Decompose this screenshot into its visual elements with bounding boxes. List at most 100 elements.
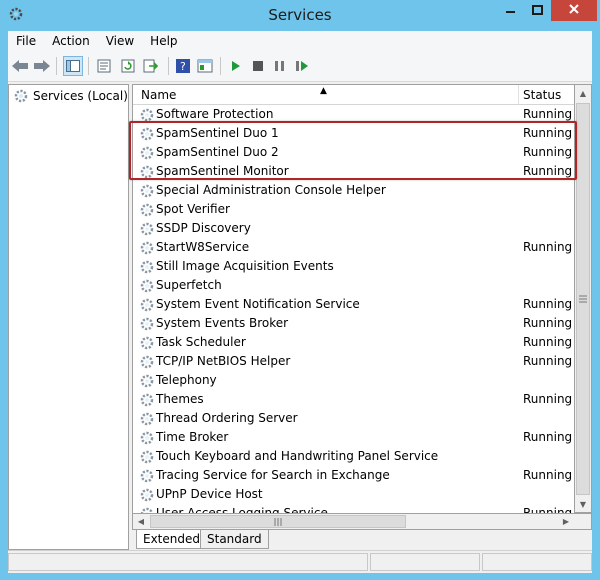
refresh-icon[interactable] <box>118 56 138 76</box>
service-gear-icon <box>139 468 155 484</box>
service-gear-icon <box>139 449 155 465</box>
service-name: SpamSentinel Duo 2 <box>156 145 279 159</box>
service-name: SpamSentinel Duo 1 <box>156 126 279 140</box>
table-row[interactable]: System Events Broker Running <box>133 314 574 333</box>
table-row[interactable]: Software Protection Running <box>133 105 574 124</box>
toolbar-separator <box>88 57 89 75</box>
service-gear-icon <box>139 392 155 408</box>
vertical-scroll-thumb[interactable] <box>576 103 590 495</box>
minimize-button[interactable] <box>498 0 524 21</box>
table-row[interactable]: Special Administration Console Helper <box>133 181 574 200</box>
horizontal-scrollbar[interactable]: ◀ ▶ <box>132 513 592 530</box>
service-name: TCP/IP NetBIOS Helper <box>156 354 291 368</box>
table-row[interactable]: StartW8Service Running <box>133 238 574 257</box>
properties-icon[interactable] <box>94 56 114 76</box>
status-cell <box>370 553 480 571</box>
column-header-name[interactable]: Name <box>141 88 176 102</box>
restart-icon[interactable] <box>292 56 312 76</box>
table-row[interactable]: SpamSentinel Monitor Running <box>133 162 574 181</box>
service-gear-icon <box>139 487 155 503</box>
view-tabs: Extended Standard <box>132 530 592 550</box>
services-list: Name ▲ Status Software Protection Running… <box>132 84 575 530</box>
table-row[interactable]: SpamSentinel Duo 2 Running <box>133 143 574 162</box>
service-gear-icon <box>139 373 155 389</box>
status-bar <box>8 550 592 573</box>
scroll-up-icon[interactable]: ▲ <box>575 85 591 101</box>
minimize-icon <box>506 4 516 18</box>
table-row[interactable]: TCP/IP NetBIOS Helper Running <box>133 352 574 371</box>
table-row[interactable]: Tracing Service for Search in Exchange Ru… <box>133 466 574 485</box>
service-status: Running <box>523 430 573 444</box>
tree-item-label: Services (Local) <box>33 89 128 103</box>
table-row[interactable]: SpamSentinel Duo 1 Running <box>133 124 574 143</box>
service-gear-icon <box>139 202 155 218</box>
back-icon[interactable] <box>10 56 30 76</box>
service-name: Time Broker <box>156 430 229 444</box>
tree-item-services-local[interactable]: Services (Local) <box>13 87 128 105</box>
service-gear-icon <box>139 430 155 446</box>
help-icon[interactable]: ? <box>173 56 193 76</box>
menu-bar: File Action View Help <box>8 31 592 51</box>
tab-standard[interactable]: Standard <box>200 530 269 549</box>
scroll-right-icon[interactable]: ▶ <box>558 514 574 529</box>
menu-action[interactable]: Action <box>44 34 98 48</box>
table-row[interactable]: SSDP Discovery <box>133 219 574 238</box>
main-content: Services (Local) Name ▲ Status Software … <box>8 82 592 550</box>
vertical-scrollbar[interactable]: ▲ ▼ <box>575 84 592 513</box>
column-divider[interactable] <box>518 85 519 104</box>
menu-view[interactable]: View <box>98 34 142 48</box>
service-status: Running <box>523 392 573 406</box>
menu-help[interactable]: Help <box>142 34 185 48</box>
service-gear-icon <box>139 240 155 256</box>
console-icon[interactable] <box>195 56 215 76</box>
maximize-button[interactable] <box>524 0 551 21</box>
service-name: StartW8Service <box>156 240 250 254</box>
table-row[interactable]: Telephony <box>133 371 574 390</box>
list-header: Name ▲ Status <box>133 85 574 105</box>
column-header-status[interactable]: Status <box>523 88 561 102</box>
service-status: Running <box>523 164 573 178</box>
forward-icon[interactable] <box>32 56 52 76</box>
service-status: Running <box>523 240 573 254</box>
table-row[interactable]: Thread Ordering Server <box>133 409 574 428</box>
title-bar[interactable]: Services <box>0 0 600 30</box>
service-name: System Event Notification Service <box>156 297 360 311</box>
status-cell <box>8 553 368 571</box>
service-status: Running <box>523 145 573 159</box>
export-icon[interactable] <box>141 56 161 76</box>
show-tree-icon[interactable] <box>63 56 83 76</box>
horizontal-scroll-thumb[interactable] <box>150 515 406 528</box>
service-gear-icon <box>139 221 155 237</box>
menu-file[interactable]: File <box>8 34 44 48</box>
table-row[interactable]: Task Scheduler Running <box>133 333 574 352</box>
service-status: Running <box>523 316 573 330</box>
status-cell <box>482 553 592 571</box>
pause-icon[interactable] <box>270 56 290 76</box>
scroll-left-icon[interactable]: ◀ <box>133 514 149 529</box>
service-name: Telephony <box>156 373 217 387</box>
toolbar-separator <box>56 57 57 75</box>
table-row[interactable]: Touch Keyboard and Handwriting Panel Ser… <box>133 447 574 466</box>
service-name: Tracing Service for Search in Exchange <box>156 468 390 482</box>
close-button[interactable] <box>551 0 597 21</box>
table-row[interactable]: Superfetch <box>133 276 574 295</box>
service-status: Running <box>523 354 573 368</box>
close-icon <box>568 3 580 18</box>
table-row[interactable]: Time Broker Running <box>133 428 574 447</box>
toolbar: ? <box>8 51 592 82</box>
table-row[interactable]: UPnP Device Host <box>133 485 574 504</box>
table-row[interactable]: System Event Notification Service Running <box>133 295 574 314</box>
start-icon[interactable] <box>226 56 246 76</box>
tab-extended[interactable]: Extended <box>136 530 207 549</box>
sort-ascending-icon: ▲ <box>320 86 327 96</box>
table-row[interactable]: Themes Running <box>133 390 574 409</box>
maximize-icon <box>531 4 544 18</box>
svg-text:?: ? <box>180 60 186 73</box>
tree-pane: Services (Local) <box>8 84 129 550</box>
stop-icon[interactable] <box>248 56 268 76</box>
service-name: SpamSentinel Monitor <box>156 164 289 178</box>
service-gear-icon <box>139 316 155 332</box>
table-row[interactable]: Still Image Acquisition Events <box>133 257 574 276</box>
table-row[interactable]: Spot Verifier <box>133 200 574 219</box>
scroll-down-icon[interactable]: ▼ <box>575 496 591 512</box>
